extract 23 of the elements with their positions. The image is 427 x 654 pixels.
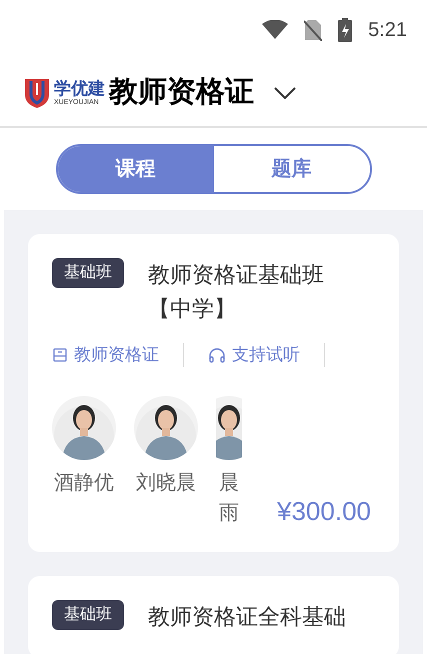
course-title: 教师资格证全科基础 [148,602,347,630]
course-tag: 基础班 [52,600,124,630]
tab[interactable]: 课程 [58,146,214,192]
battery-icon [338,18,352,42]
course-tag: 基础班 [52,258,124,288]
teacher-name: 刘晓晨 [136,470,196,496]
course-card[interactable]: 基础班 教师资格证基础班【中学】 教师资格证 支持试听 酒静优 刘晓晨 晨雨 ¥300.00 [28,234,399,552]
course-feature: 教师资格证 [74,344,159,366]
logo-icon [24,77,50,109]
course-feature: 支持试听 [232,344,300,366]
course-title: 教师资格证基础班【中学】 [148,261,325,323]
page-title: 教师资格证 [109,75,254,110]
course-price: ¥300.00 [277,494,371,528]
book-icon [52,346,68,363]
no-sim-icon [304,19,322,41]
teacher-name: 晨雨 [218,470,240,526]
course-card[interactable]: 基础班 教师资格证全科基础 [28,576,399,654]
clock: 5:21 [368,18,407,43]
chevron-down-icon[interactable] [274,87,296,99]
wifi-icon [262,20,288,40]
logo-text: 学优建 [54,80,105,97]
headphones-icon [208,346,226,363]
teacher-name: 酒静优 [54,470,114,496]
